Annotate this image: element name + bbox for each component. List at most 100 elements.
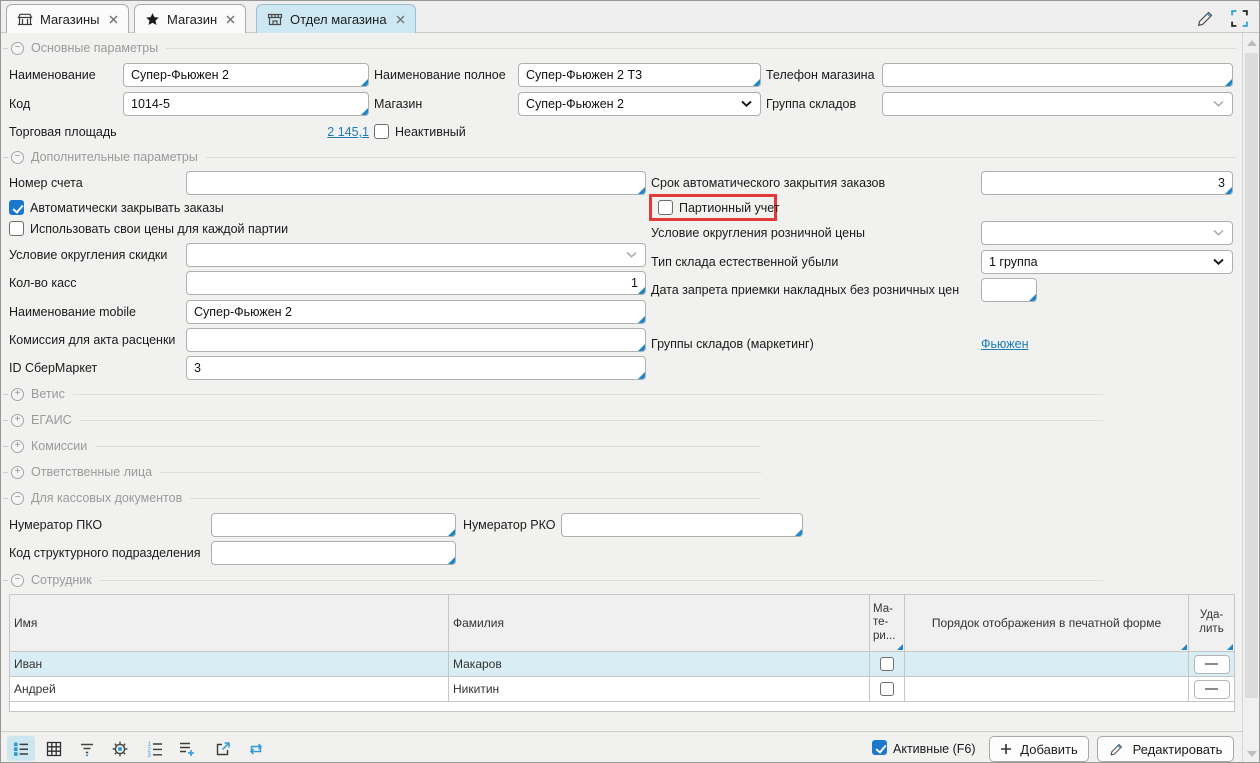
add-button[interactable]: Добавить <box>989 736 1089 762</box>
gear-icon <box>111 740 129 758</box>
collapse-icon[interactable]: − <box>11 42 24 55</box>
expand-icon[interactable]: + <box>11 440 24 453</box>
grid-view-button[interactable] <box>40 736 68 761</box>
store-icon <box>267 11 283 27</box>
cell-print-order[interactable] <box>905 652 1189 677</box>
numbered-list-button[interactable]: 1 2 3 <box>141 736 169 761</box>
list-view-button[interactable] <box>7 736 35 761</box>
table-row[interactable]: Андрей Никитин <box>10 677 1235 702</box>
expand-icon[interactable]: + <box>11 466 24 479</box>
rko-input[interactable] <box>561 513 803 537</box>
tab-label: Отдел магазина <box>290 12 387 27</box>
retail-rounding-label: Условие округления розничной цены <box>651 221 865 245</box>
phone-label: Телефон магазина <box>766 63 875 87</box>
account-label: Номер счета <box>9 171 83 195</box>
own-prices-checkbox[interactable] <box>9 221 24 236</box>
auto-close-term-input[interactable] <box>981 171 1233 195</box>
section-header-additional: − Дополнительные параметры <box>3 150 1236 164</box>
tab-magaziny[interactable]: Магазины <box>6 4 129 33</box>
phone-input[interactable] <box>882 63 1233 87</box>
add-list-button[interactable] <box>173 736 201 761</box>
mobile-name-input[interactable] <box>186 300 646 324</box>
structural-code-input[interactable] <box>211 541 456 565</box>
account-input[interactable] <box>186 171 646 195</box>
auto-close-checkbox[interactable] <box>9 200 24 215</box>
cell-surname[interactable]: Макаров <box>449 652 870 677</box>
column-header-delete[interactable]: Уда- лить <box>1189 595 1235 652</box>
inactive-checkbox[interactable] <box>374 124 389 139</box>
material-checkbox[interactable] <box>880 657 894 671</box>
collapse-icon[interactable]: − <box>11 574 24 587</box>
open-external-button[interactable] <box>209 736 237 761</box>
warehouse-group-value[interactable] <box>882 92 1233 116</box>
retail-rounding-value[interactable] <box>981 221 1233 245</box>
invoice-ban-date-input[interactable] <box>981 278 1037 302</box>
fullscreen-button[interactable] <box>1227 7 1251 29</box>
cell-surname[interactable]: Никитин <box>449 677 870 702</box>
close-icon[interactable] <box>226 15 235 24</box>
pko-input[interactable] <box>211 513 456 537</box>
grid-icon <box>45 740 63 758</box>
refresh-button[interactable] <box>242 736 270 761</box>
expand-icon[interactable]: + <box>11 414 24 427</box>
delete-row-button[interactable] <box>1194 655 1230 674</box>
cell-name[interactable]: Иван <box>10 652 449 677</box>
commission-input[interactable] <box>186 328 646 352</box>
store-select-value[interactable] <box>518 92 761 116</box>
expand-icon[interactable]: + <box>11 388 24 401</box>
batch-accounting-label: Партионный учет <box>679 196 780 220</box>
cash-desks-input[interactable] <box>186 271 646 295</box>
column-header-surname[interactable]: Фамилия <box>449 595 870 652</box>
close-icon[interactable] <box>396 15 405 24</box>
natural-loss-value[interactable] <box>981 250 1233 274</box>
column-header-name[interactable]: Имя <box>10 595 449 652</box>
filter-button[interactable] <box>73 736 101 761</box>
cell-print-order[interactable] <box>905 677 1189 702</box>
scroll-down-arrow[interactable] <box>1247 751 1257 757</box>
edit-button[interactable] <box>1194 7 1218 29</box>
table-filler-row <box>10 702 1235 712</box>
full-name-input[interactable] <box>518 63 761 87</box>
name-input[interactable] <box>123 63 369 87</box>
active-filter-checkbox[interactable] <box>872 740 887 755</box>
discount-rounding-label: Условие округления скидки <box>9 243 167 267</box>
collapse-icon[interactable]: − <box>11 151 24 164</box>
natural-loss-select[interactable] <box>981 250 1233 274</box>
table-row[interactable]: Иван Макаров <box>10 652 1235 677</box>
batch-accounting-checkbox[interactable] <box>658 200 673 215</box>
edit-record-button[interactable]: Редактировать <box>1097 736 1234 762</box>
material-checkbox[interactable] <box>880 682 894 696</box>
sbermarket-input[interactable] <box>186 356 646 380</box>
close-icon[interactable] <box>109 15 118 24</box>
tab-magazin[interactable]: Магазин <box>134 4 246 33</box>
commission-field <box>186 328 646 352</box>
section-title: Дополнительные параметры <box>31 150 198 164</box>
discount-rounding-value[interactable] <box>186 243 646 267</box>
discount-rounding-select[interactable] <box>186 243 646 267</box>
column-header-print-order[interactable]: Порядок отображения в печатной форме <box>905 595 1189 652</box>
code-input[interactable] <box>123 92 369 116</box>
trade-area-link[interactable]: 2 145,1 <box>123 120 369 144</box>
settings-button[interactable] <box>106 736 134 761</box>
section-title: Сотрудник <box>31 573 92 587</box>
repeat-icon <box>247 740 265 758</box>
retail-rounding-select[interactable] <box>981 221 1233 245</box>
marketing-groups-link[interactable]: Фьюжен <box>981 332 1028 356</box>
section-header-egais: + ЕГАИС <box>3 413 1103 427</box>
filter-icon <box>78 740 96 758</box>
scroll-up-arrow[interactable] <box>1247 40 1257 46</box>
collapse-icon[interactable]: − <box>11 492 24 505</box>
tab-otdel-magazina[interactable]: Отдел магазина <box>256 4 416 33</box>
cell-name[interactable]: Андрей <box>10 677 449 702</box>
rko-field <box>561 513 803 537</box>
own-prices-label: Использовать свои цены для каждой партии <box>30 217 288 241</box>
name-field <box>123 63 369 87</box>
delete-row-button[interactable] <box>1194 680 1230 699</box>
column-header-material[interactable]: Ма- те- ри... <box>870 595 905 652</box>
rko-label: Нумератор РКО <box>463 513 555 537</box>
sbermarket-label: ID СберМаркет <box>9 356 97 380</box>
scrollbar-thumb[interactable] <box>1245 53 1258 698</box>
natural-loss-label: Тип склада естественной убыли <box>651 250 838 274</box>
store-select[interactable] <box>518 92 761 116</box>
warehouse-group-select[interactable] <box>882 92 1233 116</box>
